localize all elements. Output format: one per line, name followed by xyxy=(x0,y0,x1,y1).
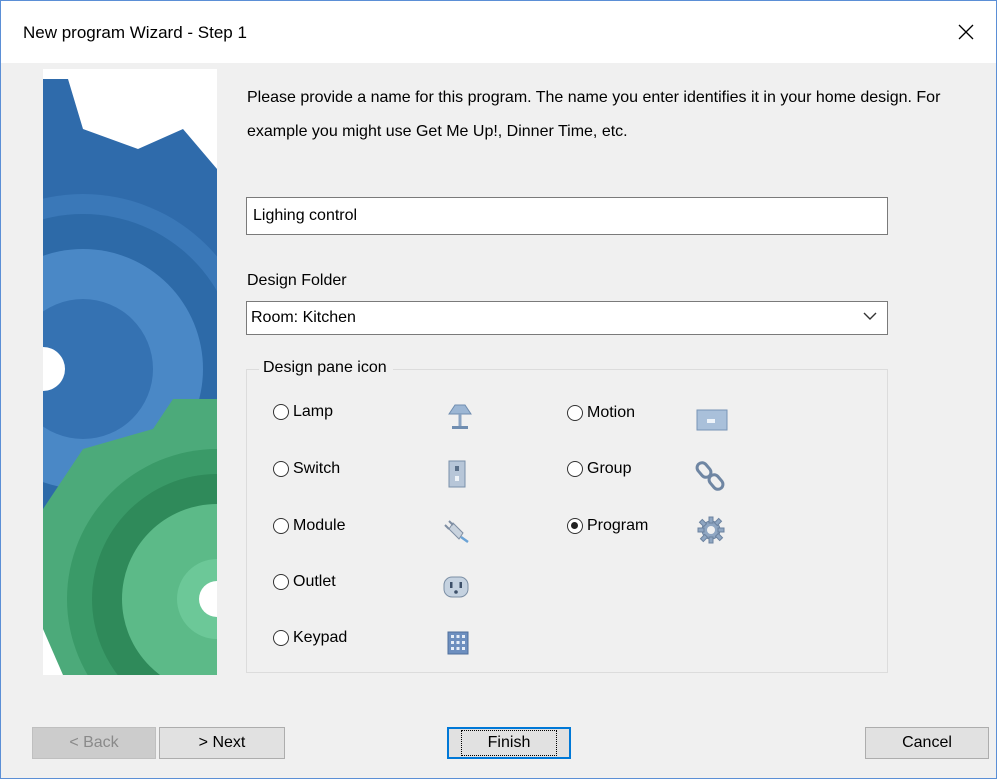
cancel-button-label: Cancel xyxy=(902,734,952,751)
switch-icon xyxy=(448,460,466,488)
design-pane-icon-label: Design pane icon xyxy=(259,359,393,377)
keypad-icon xyxy=(447,631,469,655)
radio-motion[interactable]: Motion xyxy=(567,404,635,422)
radio-switch[interactable]: Switch xyxy=(273,460,340,478)
radio-outlet-label: Outlet xyxy=(293,573,336,590)
radio-keypad-label: Keypad xyxy=(293,629,348,646)
radio-group-label: Group xyxy=(587,460,632,477)
wizard-banner-image xyxy=(43,69,217,675)
radio-circle xyxy=(567,405,583,421)
chevron-down-icon xyxy=(863,312,877,320)
design-folder-select[interactable]: Room: Kitchen xyxy=(246,301,888,335)
gear-icon xyxy=(697,516,725,544)
design-folder-label: Design Folder xyxy=(247,272,347,289)
window-title: New program Wizard - Step 1 xyxy=(23,23,247,42)
next-button-label: > Next xyxy=(198,734,246,751)
radio-keypad[interactable]: Keypad xyxy=(273,629,347,647)
radio-lamp[interactable]: Lamp xyxy=(273,403,333,421)
back-button-label: < Back xyxy=(69,734,119,751)
radio-switch-label: Switch xyxy=(293,460,341,477)
radio-circle xyxy=(273,461,289,477)
motion-sensor-icon xyxy=(696,409,728,431)
radio-lamp-label: Lamp xyxy=(293,403,334,420)
radio-circle xyxy=(273,518,289,534)
close-icon xyxy=(958,24,974,40)
back-button[interactable]: < Back xyxy=(32,727,156,759)
radio-motion-label: Motion xyxy=(587,404,636,421)
radio-module[interactable]: Module xyxy=(273,517,345,535)
description-text: Please provide a name for this program. … xyxy=(247,89,941,140)
wizard-window: New program Wizard - Step 1 Please provi… xyxy=(0,0,997,779)
title-bar: New program Wizard - Step 1 xyxy=(1,1,996,63)
radio-group[interactable]: Group xyxy=(567,460,631,478)
radio-module-label: Module xyxy=(293,517,346,534)
radio-circle xyxy=(273,404,289,420)
radio-program[interactable]: Program xyxy=(567,517,648,535)
plug-icon xyxy=(444,520,469,544)
finish-button-label: Finish xyxy=(460,730,558,756)
design-folder-value: Room: Kitchen xyxy=(251,309,356,326)
finish-button[interactable]: Finish xyxy=(447,727,571,759)
program-name-input[interactable] xyxy=(246,197,888,235)
radio-circle xyxy=(567,461,583,477)
chain-link-icon xyxy=(695,461,725,491)
radio-circle xyxy=(273,574,289,590)
cancel-button[interactable]: Cancel xyxy=(865,727,989,759)
outlet-icon xyxy=(443,576,469,598)
radio-outlet[interactable]: Outlet xyxy=(273,573,336,591)
radio-circle-checked xyxy=(567,518,583,534)
radio-program-label: Program xyxy=(587,517,649,534)
lamp-icon xyxy=(448,404,472,429)
radio-circle xyxy=(273,630,289,646)
next-button[interactable]: > Next xyxy=(159,727,285,759)
close-button[interactable] xyxy=(936,1,996,63)
